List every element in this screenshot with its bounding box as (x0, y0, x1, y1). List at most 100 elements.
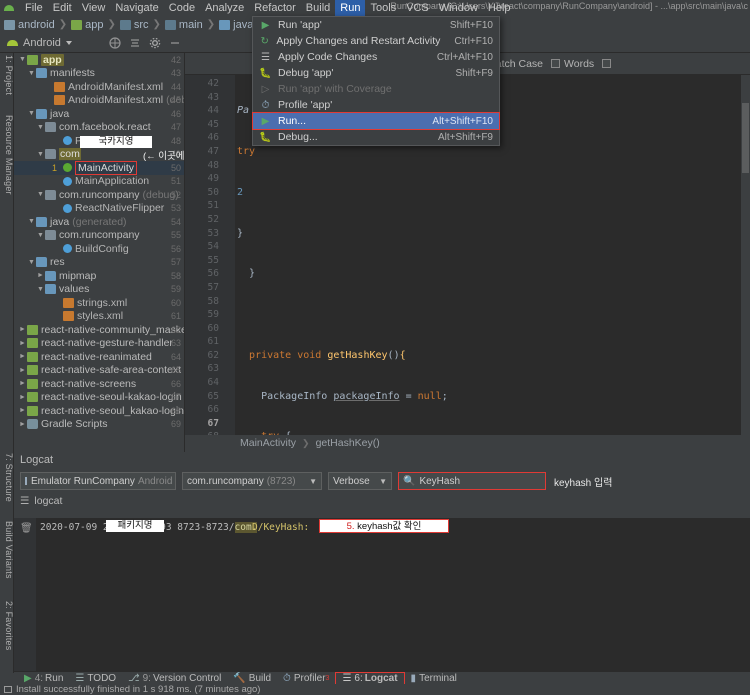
chevron-down-icon[interactable]: ▼ (27, 110, 36, 117)
chevron-right-icon[interactable]: ► (18, 394, 27, 401)
chevron-right-icon[interactable]: ► (18, 353, 27, 360)
chevron-down-icon[interactable]: ▼ (301, 477, 317, 486)
chevron-down-icon[interactable]: ▼ (27, 259, 36, 266)
chevron-down-icon[interactable]: ▼ (36, 191, 45, 198)
tree-item-manifests[interactable]: ▼ manifests 43 (14, 67, 184, 81)
menu-help[interactable]: Help (483, 0, 516, 16)
menu-item-debug-app[interactable]: 🐛 Debug 'app' Shift+F9 (253, 65, 499, 81)
bottom-tab-terminal[interactable]: ▮ Terminal (405, 673, 463, 684)
breadcrumb-main[interactable]: main (164, 19, 203, 31)
menu-view[interactable]: View (77, 0, 111, 16)
project-view-selector[interactable]: Android (0, 36, 185, 50)
tree-item-res[interactable]: ▼ res 57 (14, 256, 184, 270)
tree-item-react-native-community-masked-view[interactable]: ► react-native-community_masked-view62 (14, 323, 184, 337)
tree-item-androidmanifest-xml[interactable]: AndroidManifest.xml 44 (14, 80, 184, 94)
tree-item-react-native-seoul-kakao-login[interactable]: ► react-native-seoul-kakao-login 67 (14, 391, 184, 405)
menu-refactor[interactable]: Refactor (249, 0, 301, 16)
words-checkbox[interactable]: Words (551, 58, 594, 70)
menu-item-run-dialog[interactable]: ▶ Run... Alt+Shift+F10 (252, 112, 500, 130)
regex-checkbox[interactable] (602, 59, 615, 68)
menu-build[interactable]: Build (301, 0, 335, 16)
logcat-search-input[interactable]: 🔍 KeyHash (398, 472, 546, 490)
tree-item-com-runcompany[interactable]: ▼ com.runcompany 55 (14, 229, 184, 243)
breadcrumb-android[interactable]: android (4, 19, 55, 31)
menu-tools[interactable]: Tools (365, 0, 401, 16)
tree-item-java[interactable]: ▼ java 46 (14, 107, 184, 121)
device-selector[interactable]: Emulator RunCompany Android ▼ (20, 472, 188, 490)
tree-item-mipmap[interactable]: ► mipmap 58 (14, 269, 184, 283)
chevron-right-icon[interactable]: ► (18, 421, 27, 428)
bottom-tab-logcat[interactable]: ☰ 6: Logcat (335, 671, 405, 685)
menu-edit[interactable]: Edit (48, 0, 77, 16)
tree-item-strings-xml[interactable]: strings.xml 60 (14, 296, 184, 310)
bottom-tab-version-control[interactable]: ⎇ 9: Version Control (122, 673, 227, 684)
tree-item-values[interactable]: ▼ values 59 (14, 283, 184, 297)
tool-window-project[interactable]: 1: Project (0, 55, 14, 95)
tree-item-styles-xml[interactable]: styles.xml 61 (14, 310, 184, 324)
chevron-down-icon[interactable]: ▼ (36, 124, 45, 131)
tree-item-react-native-seoul-kakao-login[interactable]: ► react-native-seoul_kakao-login 68 (14, 404, 184, 418)
breadcrumb-app[interactable]: app (71, 19, 103, 31)
bottom-tab-profiler[interactable]: ⏱ Profiler 3 (277, 673, 335, 684)
chevron-right-icon[interactable]: ► (18, 367, 27, 374)
menu-file[interactable]: File (20, 0, 48, 16)
tree-item-androidmanifest-xml[interactable]: AndroidManifest.xml(debug)45 (14, 94, 184, 108)
editor-fold-column[interactable] (223, 75, 235, 435)
breadcrumb-java[interactable]: java (219, 19, 253, 31)
bottom-tab-build[interactable]: 🔨 Build (227, 673, 277, 684)
tree-item-mainactivity[interactable]: 1 MainActivity 50 (14, 160, 184, 175)
editor-scrollbar[interactable] (741, 75, 750, 435)
chevron-down-icon[interactable]: ▼ (27, 70, 36, 77)
menu-navigate[interactable]: Navigate (110, 0, 163, 16)
tree-item-react-native-reanimated[interactable]: ► react-native-reanimated 64 (14, 350, 184, 364)
chevron-down-icon[interactable]: ▼ (27, 218, 36, 225)
chevron-right-icon[interactable]: ► (18, 326, 27, 333)
breadcrumb-src[interactable]: src (119, 19, 149, 31)
chevron-down-icon[interactable]: ▼ (36, 286, 45, 293)
log-level-selector[interactable]: Verbose ▼ (328, 472, 392, 490)
tree-item-react-native-gesture-handler[interactable]: ► react-native-gesture-handler 63 (14, 337, 184, 351)
gear-icon[interactable] (148, 36, 162, 50)
menu-vcs[interactable]: VCS (401, 0, 434, 16)
tree-item-mainapplication[interactable]: MainApplication 51 (14, 175, 184, 189)
tool-window-build-variants[interactable]: Build Variants (0, 521, 14, 579)
tree-item-react-native-screens[interactable]: ► react-native-screens 66 (14, 377, 184, 391)
tool-window-favorites[interactable]: 2: Favorites (0, 601, 14, 650)
tree-item-gradle-scripts[interactable]: ► Gradle Scripts 69 (14, 418, 184, 432)
process-selector[interactable]: com.runcompany (8723) ▼ (182, 472, 322, 490)
tree-item-app[interactable]: ▼ app 42 (14, 53, 184, 67)
tree-item-java[interactable]: ▼ java (generated) 54 (14, 215, 184, 229)
tool-window-structure[interactable]: 7: Structure (0, 453, 14, 502)
chevron-down-icon[interactable]: ▼ (36, 232, 45, 239)
menu-item-apply-code-changes[interactable]: ☰ Apply Code Changes Ctrl+Alt+F10 (253, 49, 499, 65)
menu-run[interactable]: Run (335, 0, 366, 16)
tree-item-reactnativeflipper[interactable]: ReactNativeFlipper 53 (14, 202, 184, 216)
bottom-tab-todo[interactable]: ☰ TODO (69, 673, 122, 684)
tool-window-resource-manager[interactable]: Resource Manager (0, 115, 14, 195)
collapse-all-icon[interactable] (128, 36, 142, 50)
menu-item-profile-app[interactable]: ⏱ Profile 'app' (253, 97, 499, 113)
chevron-down-icon[interactable]: ▼ (36, 151, 45, 158)
chevron-down-icon[interactable] (65, 40, 72, 45)
chevron-right-icon[interactable]: ► (18, 340, 27, 347)
chevron-down-icon[interactable]: ▼ (371, 477, 387, 486)
hide-icon[interactable] (168, 36, 182, 50)
tree-item-com-facebook-react[interactable]: ▼ com.facebook.react 47 (14, 121, 184, 135)
menu-window[interactable]: Window (434, 0, 483, 16)
breadcrumb-class[interactable]: MainActivity (240, 437, 296, 449)
locate-icon[interactable] (108, 36, 122, 50)
chevron-right-icon[interactable]: ► (36, 272, 45, 279)
menu-item-apply-changes-restart[interactable]: ↻ Apply Changes and Restart Activity Ctr… (253, 33, 499, 49)
menu-item-run-app[interactable]: ▶ Run 'app' Shift+F10 (253, 17, 499, 33)
breadcrumb-method[interactable]: getHashKey() (316, 437, 380, 449)
chevron-down-icon[interactable]: ▼ (18, 56, 27, 63)
logcat-output[interactable]: 🗑 2020-07-09 22:34:00.493 8723-8723/com.… (14, 518, 750, 673)
tree-item-com-runcompany[interactable]: ▼ com.runcompany (debug) 52 (14, 188, 184, 202)
menu-analyze[interactable]: Analyze (200, 0, 249, 16)
tree-item-react-native-safe-area-context[interactable]: ► react-native-safe-area-context 65 (14, 364, 184, 378)
menu-code[interactable]: Code (164, 0, 200, 16)
run-menu-popup[interactable]: ▶ Run 'app' Shift+F10 ↻ Apply Changes an… (252, 16, 500, 146)
chevron-right-icon[interactable]: ► (18, 407, 27, 414)
tree-item-buildconfig[interactable]: BuildConfig 56 (14, 242, 184, 256)
menu-item-debug-dialog[interactable]: 🐛 Debug... Alt+Shift+F9 (253, 129, 499, 145)
